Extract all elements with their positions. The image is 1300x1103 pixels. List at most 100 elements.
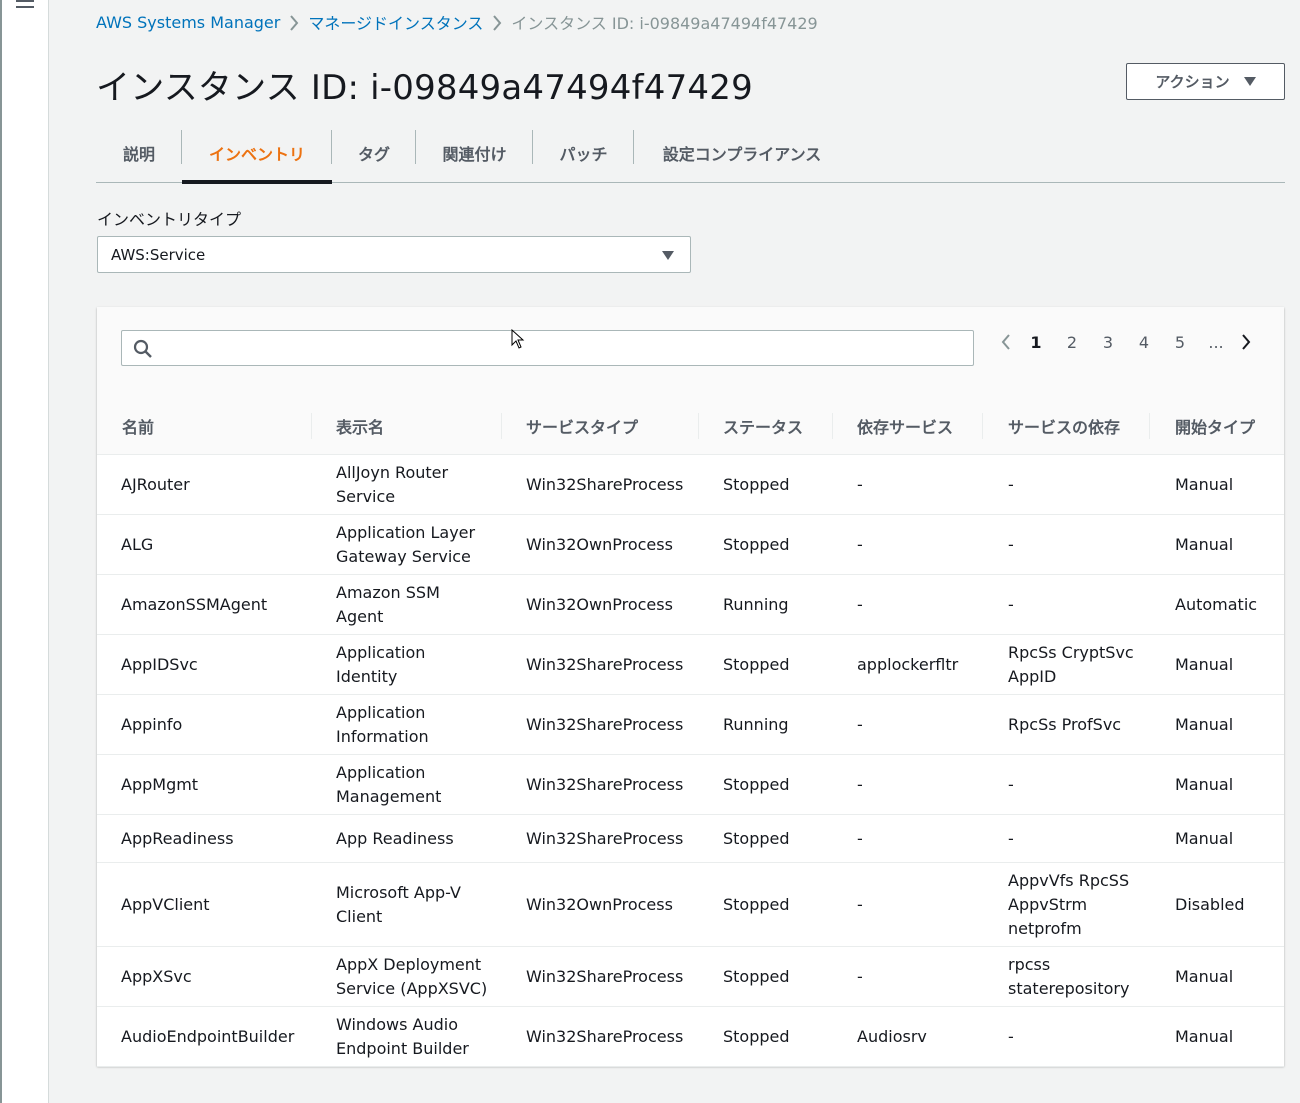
cell-name: AppIDSvc	[121, 654, 198, 674]
cell-status: Stopped	[723, 774, 790, 794]
tab-inventory[interactable]: インベントリ	[182, 124, 332, 184]
cell-status: Stopped	[723, 966, 790, 986]
tab-label: 説明	[122, 145, 155, 164]
search-input[interactable]	[121, 330, 974, 366]
caret-down-icon	[662, 251, 674, 260]
cell-display-name: AllJoyn Router Service	[336, 462, 449, 506]
column-header-label: 開始タイプ	[1175, 418, 1256, 437]
column-header-services-depended-on[interactable]: サービスの依存	[983, 397, 1150, 455]
cell-status: Running	[723, 594, 789, 614]
table-header-row: 名前 表示名 サービスタイプ ステータス 依存サービス サービスの依存 開始タイ…	[97, 397, 1284, 455]
cell-display-name: Application Identity	[336, 642, 426, 686]
table-row: AppIDSvc Application Identity Win32SharePr…	[97, 635, 1284, 695]
cell-display-name: AppX Deployment Service (AppXSVC)	[336, 954, 488, 998]
cell-start-type: Manual	[1175, 1026, 1234, 1046]
breadcrumb-current: インスタンス ID: i-09849a47494f47429	[511, 14, 818, 33]
left-navigation	[0, 0, 49, 1103]
tab-tags[interactable]: タグ	[332, 124, 416, 182]
cell-start-type: Manual	[1175, 714, 1234, 734]
cell-start-type: Manual	[1175, 474, 1234, 494]
page-ellipsis: ...	[1208, 332, 1224, 352]
previous-page-icon[interactable]	[994, 333, 1018, 351]
table-row: Appinfo Application Information Win32Share…	[97, 695, 1284, 755]
tab-bar: 説明 インベントリ タグ 関連付け パッチ 設定コンプライアンス	[96, 124, 1285, 184]
inventory-type-label: インベントリタイプ	[97, 210, 242, 229]
cell-dependent-services: -	[857, 774, 863, 794]
cell-services-depended-on: -	[1008, 828, 1014, 848]
column-header-name[interactable]: 名前	[97, 397, 312, 455]
breadcrumb-systems-manager[interactable]: AWS Systems Manager	[96, 13, 280, 32]
column-header-start-type[interactable]: 開始タイプ	[1150, 397, 1284, 455]
table-body: AJRouter AllJoyn Router Service Win32Share…	[97, 455, 1284, 1067]
column-header-label: サービスの依存	[1008, 418, 1121, 437]
cell-dependent-services: -	[857, 714, 863, 734]
cell-display-name: Application Layer Gateway Service	[336, 522, 476, 566]
next-page-icon[interactable]	[1234, 333, 1258, 351]
cell-start-type: Manual	[1175, 654, 1234, 674]
cell-service-type: Win32OwnProcess	[526, 594, 673, 614]
actions-button[interactable]: アクション	[1126, 63, 1285, 100]
search-icon	[133, 339, 152, 358]
column-header-label: 表示名	[336, 418, 385, 437]
column-header-service-type[interactable]: サービスタイプ	[502, 397, 699, 455]
cell-dependent-services: -	[857, 966, 863, 986]
actions-button-label: アクション	[1155, 73, 1230, 91]
cell-services-depended-on: rpcss staterepository	[1008, 954, 1130, 998]
page-3[interactable]: 3	[1090, 333, 1126, 352]
page-title: インスタンス ID: i-09849a47494f47429	[96, 68, 753, 108]
cell-display-name: Application Management	[336, 762, 442, 806]
cell-services-depended-on: -	[1008, 594, 1014, 614]
tab-associations[interactable]: 関連付け	[416, 124, 533, 182]
cell-service-type: Win32OwnProcess	[526, 534, 673, 554]
cell-dependent-services: -	[857, 474, 863, 494]
cell-service-type: Win32ShareProcess	[526, 828, 684, 848]
table-row: AudioEndpointBuilder Windows Audio Endpoi…	[97, 1007, 1284, 1067]
cell-name: AppReadiness	[121, 828, 234, 848]
page-2[interactable]: 2	[1054, 333, 1090, 352]
tab-label: パッチ	[559, 145, 608, 164]
column-header-status[interactable]: ステータス	[699, 397, 833, 455]
cell-status: Stopped	[723, 1026, 790, 1046]
cell-status: Stopped	[723, 828, 790, 848]
mouse-cursor-icon	[511, 328, 525, 353]
table-row: ALG Application Layer Gateway Service Win3…	[97, 515, 1284, 575]
page-1[interactable]: 1	[1018, 333, 1054, 352]
page-4[interactable]: 4	[1126, 333, 1162, 352]
tab-label: 設定コンプライアンス	[662, 145, 822, 164]
cell-service-type: Win32ShareProcess	[526, 654, 684, 674]
column-header-dependent-services[interactable]: 依存サービス	[833, 397, 983, 455]
column-header-label: 名前	[122, 418, 155, 437]
column-header-label: 依存サービス	[857, 418, 954, 437]
cell-display-name: Application Information	[336, 702, 429, 746]
cell-service-type: Win32ShareProcess	[526, 774, 684, 794]
inventory-type-select[interactable]: AWS:Service	[97, 236, 691, 273]
cell-display-name: App Readiness	[336, 828, 454, 848]
cell-start-type: Manual	[1175, 828, 1234, 848]
cell-dependent-services: Audiosrv	[857, 1026, 927, 1046]
tab-configuration-compliance[interactable]: 設定コンプライアンス	[634, 124, 850, 182]
cell-dependent-services: -	[857, 828, 863, 848]
breadcrumb-managed-instances[interactable]: マネージドインスタンス	[308, 10, 483, 34]
column-header-label: サービスタイプ	[526, 418, 639, 437]
cell-name: AJRouter	[121, 474, 190, 494]
cell-status: Running	[723, 714, 789, 734]
hamburger-menu-icon[interactable]	[16, 0, 34, 14]
tab-description[interactable]: 説明	[96, 124, 182, 182]
cell-dependent-services: applockerfltr	[857, 654, 959, 674]
cell-dependent-services: -	[857, 894, 863, 914]
cell-name: AppXSvc	[121, 966, 192, 986]
table-row: AppMgmt Application Management Win32ShareP…	[97, 755, 1284, 815]
table-row: AJRouter AllJoyn Router Service Win32Share…	[97, 455, 1284, 515]
table-row: AppVClient Microsoft App-V Client Win32Own…	[97, 863, 1284, 947]
tab-patches[interactable]: パッチ	[533, 124, 634, 182]
chevron-right-icon	[280, 13, 308, 32]
cell-services-depended-on: -	[1008, 474, 1014, 494]
column-header-display-name[interactable]: 表示名	[312, 397, 502, 455]
cell-start-type: Automatic	[1175, 594, 1258, 614]
cell-display-name: Amazon SSM Agent	[336, 582, 440, 626]
inventory-table-card: 1 2 3 4 5 ... 名前 表示名 サービスタイプ ステータス 依存サービ…	[97, 307, 1284, 1067]
page-5[interactable]: 5	[1162, 333, 1198, 352]
column-header-label: ステータス	[723, 418, 804, 437]
cell-status: Stopped	[723, 894, 790, 914]
cell-dependent-services: -	[857, 534, 863, 554]
